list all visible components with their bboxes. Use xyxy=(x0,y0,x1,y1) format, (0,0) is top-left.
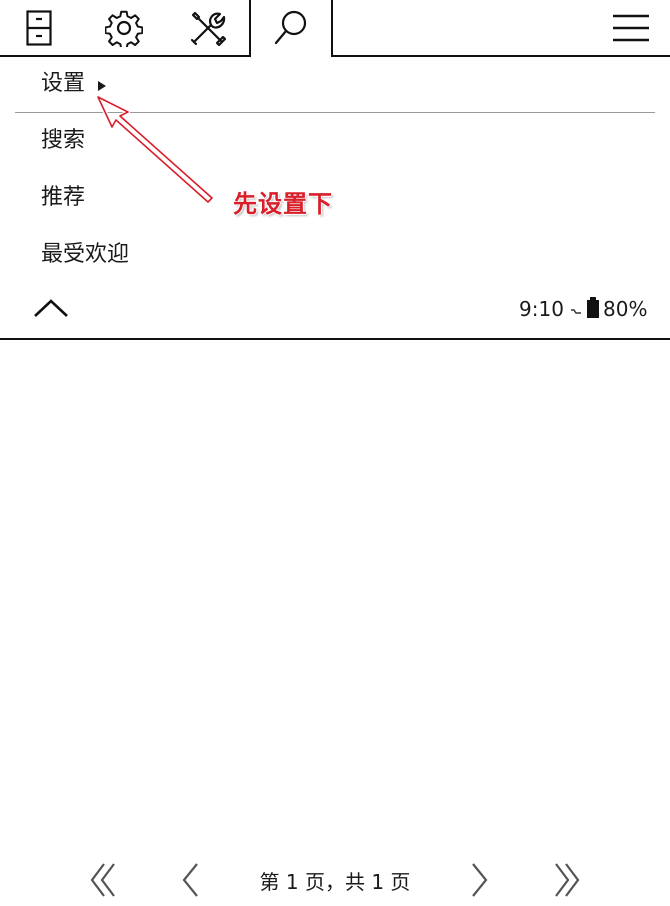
double-chevron-right-icon xyxy=(550,862,582,902)
menu-item-settings[interactable]: 设置 xyxy=(41,70,85,98)
wifi-icon xyxy=(570,302,582,314)
top-toolbar xyxy=(0,0,670,57)
double-chevron-left-icon xyxy=(88,862,120,902)
collapse-button[interactable] xyxy=(32,296,70,322)
gear-icon xyxy=(105,9,143,47)
battery-percent: 80% xyxy=(603,297,648,321)
chevron-right-icon xyxy=(469,862,491,902)
menu-divider xyxy=(15,112,655,113)
chevron-left-icon xyxy=(179,862,201,902)
menu-item-search[interactable]: 搜索 xyxy=(41,127,85,155)
tools-icon xyxy=(189,9,227,47)
submenu-arrow-icon xyxy=(98,81,106,91)
chevron-up-icon xyxy=(32,299,70,326)
tools-button[interactable] xyxy=(180,0,236,55)
search-tab[interactable] xyxy=(262,0,320,55)
annotation-label: 先设置下 xyxy=(233,190,333,218)
first-page-button[interactable] xyxy=(84,862,124,902)
menu-item-most-popular[interactable]: 最受欢迎 xyxy=(41,241,129,269)
menu-icon xyxy=(612,13,650,43)
previous-page-button[interactable] xyxy=(170,862,210,902)
toolbar-divider-left xyxy=(0,55,250,57)
library-button[interactable] xyxy=(12,0,66,55)
settings-button[interactable] xyxy=(96,0,152,55)
last-page-button[interactable] xyxy=(546,862,586,902)
toolbar-divider-right xyxy=(332,55,670,57)
main-menu-button[interactable] xyxy=(604,0,658,55)
library-icon xyxy=(26,9,52,46)
status-time: 9:10 xyxy=(519,297,564,321)
menu-item-recommended[interactable]: 推荐 xyxy=(41,184,85,212)
search-icon xyxy=(273,9,309,47)
menu-panel-bottom-border xyxy=(0,338,670,340)
battery-icon xyxy=(586,297,600,319)
annotation-arrow xyxy=(96,95,214,204)
active-tab-border-right xyxy=(331,0,333,57)
page-indicator: 第 1 页，共 1 页 xyxy=(259,870,411,894)
active-tab-border-left xyxy=(249,0,251,57)
next-page-button[interactable] xyxy=(460,862,500,902)
